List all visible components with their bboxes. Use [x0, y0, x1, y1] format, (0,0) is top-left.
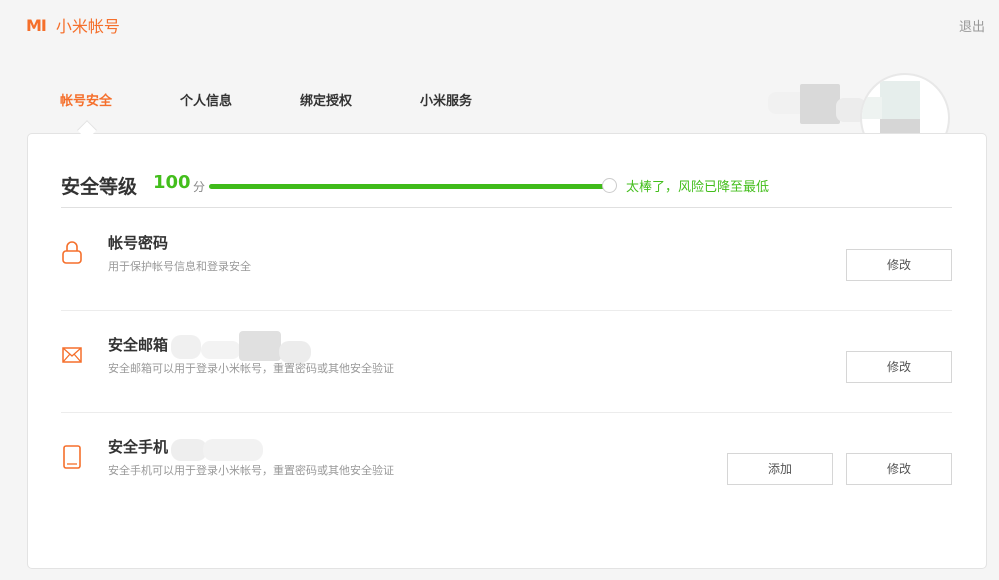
email-item: 安全邮箱 安全邮箱可以用于登录小米帐号，重置密码或其他安全验证 修改 [61, 311, 952, 413]
phone-item: 安全手机 安全手机可以用于登录小米帐号，重置密码或其他安全验证 添加 修改 [61, 413, 952, 515]
email-redacted-3 [239, 331, 281, 361]
password-title: 帐号密码 [108, 234, 169, 252]
score-value: 100 [153, 172, 191, 193]
phone-redacted-2 [203, 439, 263, 461]
tab-mi-services[interactable]: 小米服务 [420, 90, 472, 109]
score-unit: 分 [193, 180, 206, 194]
tab-binding-auth[interactable]: 绑定授权 [300, 90, 352, 109]
phone-add-button[interactable]: 添加 [727, 453, 833, 485]
logo[interactable]: MI 小米帐号 [26, 13, 120, 37]
score-progress-knob [602, 178, 617, 193]
password-modify-button[interactable]: 修改 [846, 249, 952, 281]
security-score-row: 安全等级 100 分 太棒了，风险已降至最低 [61, 172, 952, 208]
app-title: 小米帐号 [55, 17, 120, 36]
mail-icon [61, 341, 83, 369]
email-redacted [171, 335, 201, 359]
username-redacted [768, 84, 866, 136]
header: MI 小米帐号 退出 [0, 0, 999, 48]
email-desc: 安全邮箱可以用于登录小米帐号，重置密码或其他安全验证 [108, 362, 394, 375]
phone-redacted [171, 439, 207, 461]
phone-desc: 安全手机可以用于登录小米帐号，重置密码或其他安全验证 [108, 464, 394, 477]
score-progress-bar [209, 178, 617, 193]
score-progress-fill [209, 184, 609, 189]
tab-bar: 帐号安全 个人信息 绑定授权 小米服务 [60, 90, 540, 109]
phone-title: 安全手机 [108, 438, 169, 456]
score-title: 安全等级 [61, 176, 138, 198]
logout-link[interactable]: 退出 [959, 16, 985, 35]
password-desc: 用于保护帐号信息和登录安全 [108, 260, 251, 273]
mi-logo-icon: MI [26, 15, 47, 35]
lock-icon [61, 239, 83, 267]
security-panel: 安全等级 100 分 太棒了，风险已降至最低 帐号密码 用于保护帐号信息和登录安… [27, 133, 987, 569]
password-item: 帐号密码 用于保护帐号信息和登录安全 修改 [61, 209, 952, 311]
tab-account-security[interactable]: 帐号安全 [60, 90, 112, 109]
phone-icon [61, 443, 83, 471]
score-message: 太棒了，风险已降至最低 [626, 180, 770, 195]
email-modify-button[interactable]: 修改 [846, 351, 952, 383]
tab-personal-info[interactable]: 个人信息 [180, 90, 232, 109]
phone-modify-button[interactable]: 修改 [846, 453, 952, 485]
email-redacted-2 [201, 341, 241, 359]
email-title: 安全邮箱 [108, 336, 169, 354]
